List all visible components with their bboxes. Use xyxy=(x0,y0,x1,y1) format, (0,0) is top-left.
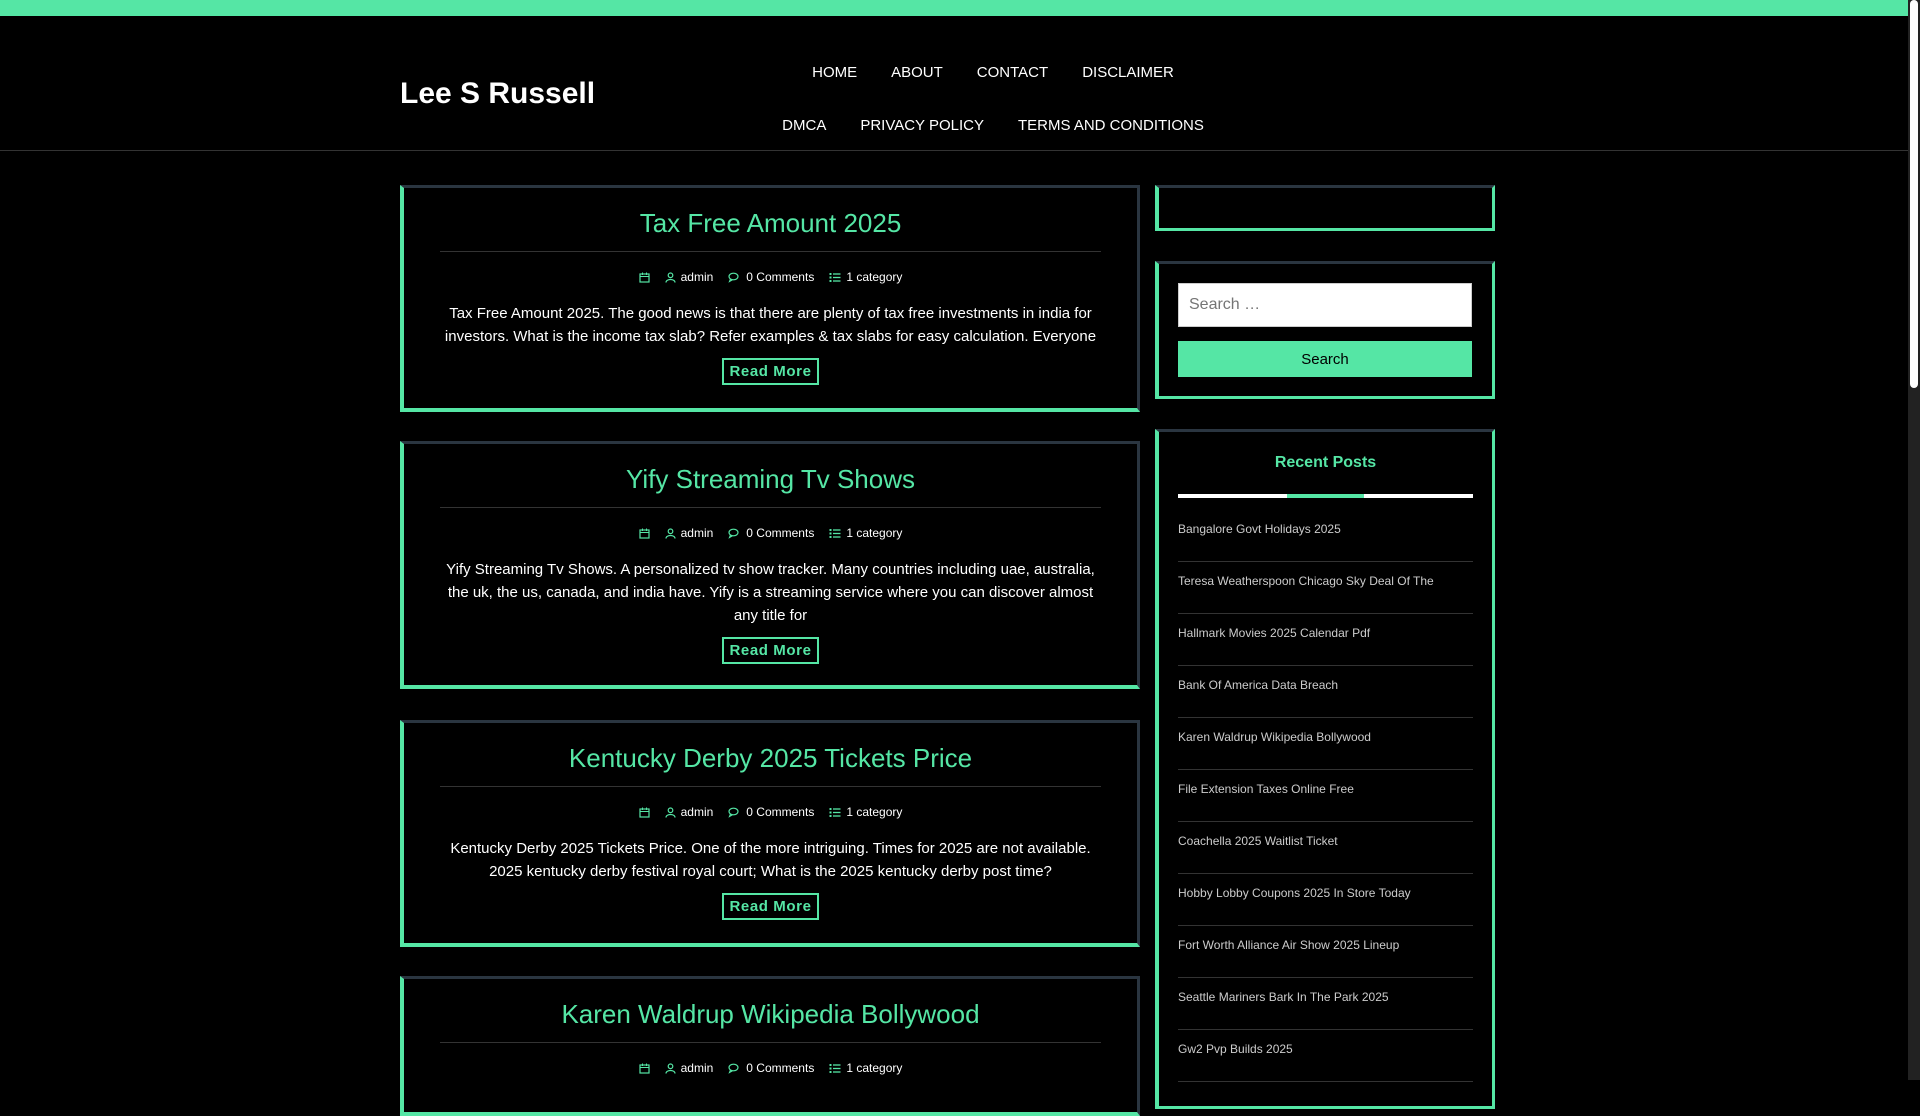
recent-post-link[interactable]: Fort Worth Alliance Air Show 2025 Lineup xyxy=(1178,926,1473,978)
post-comments[interactable]: 0 Comments xyxy=(728,805,814,819)
recent-post-link[interactable]: Gw2 Pvp Builds 2025 xyxy=(1178,1030,1473,1082)
post-date[interactable] xyxy=(639,807,650,818)
author-name: admin xyxy=(680,270,714,284)
user-icon xyxy=(665,806,676,818)
search-button[interactable]: Search xyxy=(1178,341,1472,377)
search-input[interactable] xyxy=(1178,283,1472,327)
post-date[interactable] xyxy=(639,528,650,539)
main-nav: HOME ABOUT CONTACT DISCLAIMER DMCA PRIVA… xyxy=(758,46,1228,152)
list-icon xyxy=(829,272,841,282)
post-card: Tax Free Amount 2025 admin 0 Comments 1 … xyxy=(400,185,1140,412)
nav-terms-and-conditions[interactable]: TERMS AND CONDITIONS xyxy=(1001,99,1221,152)
post-date[interactable] xyxy=(639,1063,650,1074)
post-card: Karen Waldrup Wikipedia Bollywood admin … xyxy=(400,976,1140,1116)
recent-posts-divider xyxy=(1178,494,1473,498)
comments-icon xyxy=(728,528,739,539)
recent-posts-list: Bangalore Govt Holidays 2025 Teresa Weat… xyxy=(1178,520,1473,1082)
post-excerpt: Kentucky Derby 2025 Tickets Price. One o… xyxy=(450,840,1091,880)
top-accent-bar xyxy=(0,0,1920,16)
list-icon xyxy=(829,1063,841,1073)
calendar-icon xyxy=(639,807,650,818)
category-label: 1 category xyxy=(846,805,903,819)
nav-disclaimer[interactable]: DISCLAIMER xyxy=(1065,46,1191,99)
recent-post-link[interactable]: Teresa Weatherspoon Chicago Sky Deal Of … xyxy=(1178,562,1473,614)
category-label: 1 category xyxy=(846,526,903,540)
nav-dmca[interactable]: DMCA xyxy=(765,99,843,152)
post-category[interactable]: 1 category xyxy=(829,1061,902,1075)
post-excerpt: Yify Streaming Tv Shows. A personalized … xyxy=(446,561,1095,624)
user-icon xyxy=(665,1062,676,1074)
post-card: Yify Streaming Tv Shows admin 0 Comments… xyxy=(400,441,1140,689)
recent-post-link[interactable]: Bangalore Govt Holidays 2025 xyxy=(1178,520,1473,562)
post-author[interactable]: admin xyxy=(665,805,714,819)
site-title[interactable]: Lee S Russell xyxy=(400,77,595,111)
author-name: admin xyxy=(680,526,714,540)
comments-icon xyxy=(728,1063,739,1074)
nav-home[interactable]: HOME xyxy=(795,46,874,99)
category-label: 1 category xyxy=(846,1061,903,1075)
scrollbar-thumb[interactable] xyxy=(1910,0,1918,388)
post-comments[interactable]: 0 Comments xyxy=(728,526,814,540)
post-title[interactable]: Tax Free Amount 2025 xyxy=(440,188,1101,252)
post-comments[interactable]: 0 Comments xyxy=(728,270,814,284)
post-category[interactable]: 1 category xyxy=(829,526,902,540)
list-icon xyxy=(829,807,841,817)
recent-post-link[interactable]: Hallmark Movies 2025 Calendar Pdf xyxy=(1178,614,1473,666)
post-comments[interactable]: 0 Comments xyxy=(728,1061,814,1075)
post-author[interactable]: admin xyxy=(665,1061,714,1075)
calendar-icon xyxy=(639,272,650,283)
nav-contact[interactable]: CONTACT xyxy=(960,46,1065,99)
post-title[interactable]: Yify Streaming Tv Shows xyxy=(440,444,1101,508)
recent-post-link[interactable]: Seattle Mariners Bark In The Park 2025 xyxy=(1178,978,1473,1030)
site-header: Lee S Russell HOME ABOUT CONTACT DISCLAI… xyxy=(0,16,1920,151)
recent-posts-title: Recent Posts xyxy=(1274,454,1377,471)
comments-count: 0 Comments xyxy=(746,805,815,819)
post-category[interactable]: 1 category xyxy=(829,270,902,284)
post-date[interactable] xyxy=(639,272,650,283)
read-more-button[interactable]: Read More xyxy=(722,637,819,664)
comments-count: 0 Comments xyxy=(746,1061,815,1075)
post-author[interactable]: admin xyxy=(665,270,714,284)
list-icon xyxy=(829,528,841,538)
user-icon xyxy=(665,271,676,283)
post-author[interactable]: admin xyxy=(665,526,714,540)
post-meta: admin 0 Comments 1 category xyxy=(440,270,1101,284)
recent-post-link[interactable]: Hobby Lobby Coupons 2025 In Store Today xyxy=(1178,874,1473,926)
post-title[interactable]: Kentucky Derby 2025 Tickets Price xyxy=(440,723,1101,787)
author-name: admin xyxy=(680,1061,714,1075)
category-label: 1 category xyxy=(846,270,903,284)
comments-count: 0 Comments xyxy=(746,526,815,540)
comments-icon xyxy=(728,272,739,283)
nav-about[interactable]: ABOUT xyxy=(874,46,960,99)
post-meta: admin 0 Comments 1 category xyxy=(440,805,1101,819)
recent-post-link[interactable]: Coachella 2025 Waitlist Ticket xyxy=(1178,822,1473,874)
user-icon xyxy=(665,527,676,539)
post-excerpt: Tax Free Amount 2025. The good news is t… xyxy=(444,305,1097,345)
comments-count: 0 Comments xyxy=(746,270,815,284)
calendar-icon xyxy=(639,528,650,539)
post-meta: admin 0 Comments 1 category xyxy=(440,526,1101,540)
post-card: Kentucky Derby 2025 Tickets Price admin … xyxy=(400,720,1140,947)
read-more-button[interactable]: Read More xyxy=(722,893,819,920)
recent-posts-widget: Recent Posts Bangalore Govt Holidays 202… xyxy=(1155,429,1495,1109)
search-widget: Search xyxy=(1155,261,1495,399)
nav-privacy-policy[interactable]: PRIVACY POLICY xyxy=(843,99,1001,152)
page-scrollbar[interactable] xyxy=(1908,0,1920,1080)
recent-post-link[interactable]: File Extension Taxes Online Free xyxy=(1178,770,1473,822)
sidebar-empty-widget xyxy=(1155,185,1495,231)
post-category[interactable]: 1 category xyxy=(829,805,902,819)
recent-post-link[interactable]: Bank Of America Data Breach xyxy=(1178,666,1473,718)
calendar-icon xyxy=(639,1063,650,1074)
author-name: admin xyxy=(680,805,714,819)
post-title[interactable]: Karen Waldrup Wikipedia Bollywood xyxy=(440,979,1101,1043)
recent-post-link[interactable]: Karen Waldrup Wikipedia Bollywood xyxy=(1178,718,1473,770)
read-more-button[interactable]: Read More xyxy=(722,358,819,385)
post-meta: admin 0 Comments 1 category xyxy=(440,1061,1101,1075)
comments-icon xyxy=(728,807,739,818)
